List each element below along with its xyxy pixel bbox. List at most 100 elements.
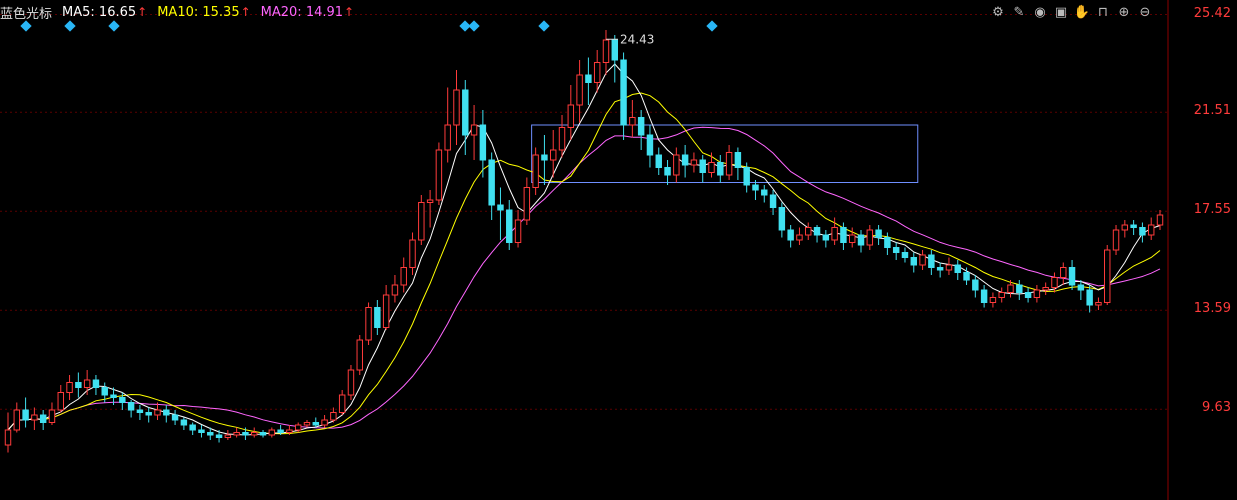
hand-icon[interactable]: ✋ — [1074, 4, 1090, 20]
y-tick-label: 17.55 — [1193, 202, 1231, 218]
candle-down — [928, 254, 935, 268]
zoom-out-icon[interactable]: ⊖ — [1137, 4, 1153, 20]
candle-down — [884, 237, 891, 248]
pen-icon[interactable]: ✎ — [1011, 4, 1027, 20]
candle-down — [1068, 267, 1076, 286]
candle-up — [338, 394, 346, 413]
candle-up — [576, 74, 583, 106]
candle-down — [963, 272, 970, 281]
candle-up — [1051, 277, 1058, 288]
candle-up — [1147, 224, 1155, 236]
peak-label: 24.43 — [620, 32, 654, 46]
candle-up — [831, 227, 838, 241]
candle-down — [875, 229, 882, 238]
candle-up — [866, 229, 874, 246]
candle-up — [602, 39, 610, 63]
candle-down — [822, 234, 830, 241]
candle-down — [954, 264, 961, 273]
box-icon[interactable]: ▣ — [1053, 4, 1069, 20]
candle-down — [541, 154, 548, 161]
candle-up — [919, 254, 926, 266]
candle-up — [66, 382, 73, 393]
zoom-in-icon[interactable]: ⊕ — [1116, 4, 1132, 20]
candle-down — [207, 432, 214, 436]
candle-up — [31, 414, 38, 421]
candle-down — [892, 247, 900, 253]
candle-down — [119, 397, 126, 403]
candle-down — [637, 117, 645, 136]
candle-up — [989, 297, 997, 303]
candle-down — [163, 409, 170, 416]
candle-up — [347, 369, 355, 396]
candle-down — [1139, 227, 1146, 236]
candle-down — [901, 252, 909, 258]
candle-down — [655, 154, 662, 168]
candle-down — [646, 134, 654, 156]
candle-down — [101, 387, 108, 396]
candle-up — [382, 294, 390, 328]
candle-up — [330, 412, 337, 421]
candle-down — [259, 432, 267, 436]
candle-down — [171, 414, 179, 421]
candle-down — [787, 229, 794, 241]
candle-up — [233, 432, 240, 436]
candle-down — [198, 429, 205, 433]
candle-up — [673, 154, 680, 176]
candle-down — [110, 394, 117, 398]
candle-up — [303, 422, 311, 426]
candle-down — [1024, 292, 1032, 298]
candle-down — [840, 227, 847, 243]
candle-down — [1016, 284, 1023, 293]
candle-up — [848, 234, 856, 243]
candle-up — [426, 199, 434, 203]
candle-up — [409, 239, 416, 268]
candle-up — [444, 124, 451, 151]
candle-up — [1112, 229, 1120, 251]
candle-down — [1077, 284, 1085, 291]
candle-down — [585, 74, 592, 83]
chart-toolbar: ⚙ ✎ ◉ ▣ ✋ ⊓ ⊕ ⊖ — [990, 4, 1153, 20]
candle-up — [470, 124, 478, 136]
candle-up — [268, 429, 276, 436]
candle-up — [83, 379, 91, 388]
candle-up — [805, 227, 812, 236]
candle-down — [611, 39, 619, 61]
eye-icon[interactable]: ◉ — [1032, 4, 1048, 20]
lock-icon[interactable]: ⊓ — [1095, 4, 1111, 20]
candle-up — [321, 419, 328, 426]
ma10-label: MA10: — [157, 4, 199, 20]
indicator-header: 蓝色光标 MA5: 16.65 ↑ MA10: 15.35 ↑ MA20: 14.9… — [0, 3, 355, 22]
ma10-line — [7, 92, 1161, 435]
candle-up — [356, 339, 363, 371]
candle-down — [145, 412, 152, 416]
ma5-indicator: MA5: 16.65 ↑ — [62, 5, 147, 20]
ma10-up-arrow-icon: ↑ — [240, 5, 251, 19]
candle-up — [365, 307, 372, 341]
candle-down — [980, 289, 988, 303]
candle-up — [4, 429, 12, 446]
candle-up — [593, 62, 601, 83]
candle-down — [488, 159, 495, 206]
candle-down — [75, 382, 82, 388]
candle-down — [769, 194, 777, 208]
settings-icon[interactable]: ⚙ — [990, 4, 1006, 20]
stock-name: 蓝色光标 — [0, 6, 53, 22]
candle-up — [523, 187, 531, 221]
candle-down — [743, 167, 750, 186]
candle-up — [400, 267, 407, 286]
candle-up — [1060, 267, 1067, 278]
ma5-line — [7, 63, 1161, 436]
candle-up — [154, 409, 161, 416]
candle-up — [1095, 302, 1102, 306]
candlestick-chart[interactable]: 24.43 — [0, 0, 1237, 500]
candle-down — [136, 409, 144, 413]
candle-down — [761, 189, 768, 196]
highlight-box — [531, 124, 919, 183]
ma20-up-arrow-icon: ↑ — [344, 5, 355, 19]
candle-down — [22, 409, 29, 421]
candle-down — [189, 424, 196, 431]
ma10-indicator: MA10: 15.35 ↑ — [157, 5, 250, 20]
candle-down — [752, 184, 759, 191]
candle-up — [514, 219, 522, 243]
ma10-value: 15.35 — [202, 4, 240, 20]
